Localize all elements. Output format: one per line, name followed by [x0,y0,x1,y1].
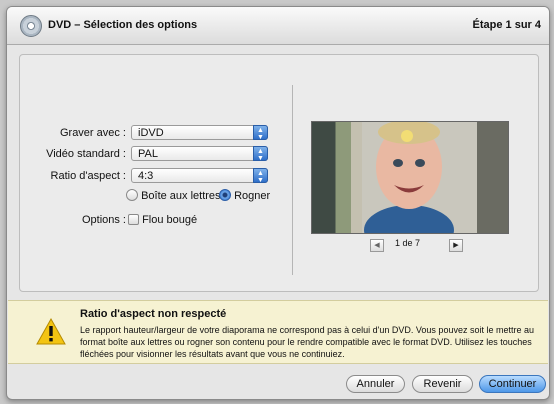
warning-text: Le rapport hauteur/largeur de votre diap… [80,325,534,359]
blur-checkbox[interactable]: Flou bougé [128,214,197,226]
chevron-updown-icon: ▲ ▼ [253,146,268,162]
slide-preview-image [311,121,509,234]
radio-letterbox-label: Boîte aux lettres [141,190,221,202]
cancel-button[interactable]: Annuler [346,375,405,393]
video-standard-select[interactable]: PAL ▲ ▼ [131,146,268,162]
right-arrow-icon: ▶ [453,242,459,249]
back-button[interactable]: Revenir [412,375,473,393]
dvd-icon [20,15,42,37]
previous-slide-button[interactable]: ◀ [370,239,384,252]
warning-area: Ratio d'aspect non respecté Le rapport h… [8,300,548,364]
blur-checkbox-label: Flou bougé [142,214,198,226]
chevron-updown-icon: ▲ ▼ [253,125,268,141]
baby-photo [362,122,477,233]
aspect-ratio-label: Ratio d'aspect : [50,170,126,182]
options-window: DVD – Sélection des options Étape 1 sur … [6,6,550,400]
options-label: Options : [81,214,126,226]
radio-crop[interactable]: Rogner [219,189,270,202]
burn-select-value: iDVD [138,127,164,139]
radio-crop-label: Rogner [234,190,271,202]
next-slide-button[interactable]: ▶ [449,239,463,252]
warning-icon [36,317,66,345]
continue-button[interactable]: Continuer [479,375,546,393]
warning-title: Ratio d'aspect non respecté [80,308,227,320]
panel-divider [292,85,293,275]
aspect-ratio-select[interactable]: 4:3 ▲ ▼ [131,168,268,184]
blur-checkbox-control[interactable] [128,214,139,225]
left-arrow-icon: ◀ [374,242,380,249]
options-panel: Graver avec : iDVD ▲ ▼ Vidéo standard : P… [19,54,539,292]
chevron-updown-icon: ▲ ▼ [253,168,268,184]
aspect-ratio-value: 4:3 [138,170,154,182]
title-bar: DVD – Sélection des options Étape 1 sur … [7,7,549,45]
video-standard-label: Vidéo standard : [46,148,126,160]
burn-label: Graver avec : [59,127,126,139]
radio-crop-control[interactable] [219,189,231,201]
radio-letterbox[interactable]: Boîte aux lettres [126,189,221,202]
video-standard-value: PAL [138,148,158,160]
step-indicator: Étape 1 sur 4 [472,19,541,31]
burn-select[interactable]: iDVD ▲ ▼ [131,125,268,141]
radio-letterbox-control[interactable] [126,189,138,201]
window-title: DVD – Sélection des options [48,19,198,31]
slide-counter: 1 de 7 [395,238,421,248]
